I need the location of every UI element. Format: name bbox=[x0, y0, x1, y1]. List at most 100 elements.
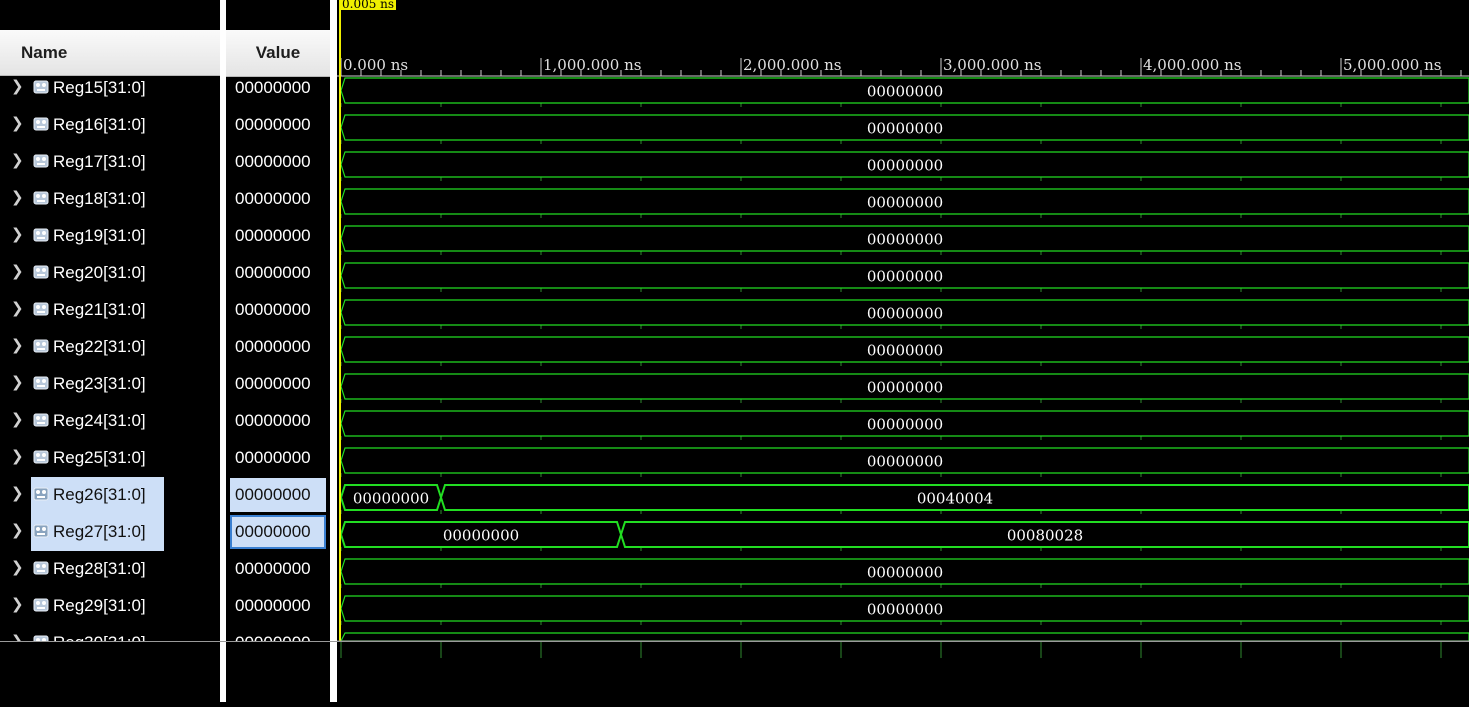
chevron-right-icon[interactable]: ❯ bbox=[11, 337, 24, 355]
value-row[interactable]: 00000000 bbox=[226, 144, 330, 181]
value-row[interactable]: 00000000 bbox=[226, 292, 330, 329]
signal-row[interactable]: ❯ Reg20[31:0] bbox=[0, 255, 220, 292]
value-row[interactable]: 00000000 bbox=[226, 70, 330, 107]
value-row[interactable]: 00000000 bbox=[226, 403, 330, 440]
chevron-right-icon[interactable]: ❯ bbox=[11, 78, 24, 96]
chevron-right-icon[interactable]: ❯ bbox=[11, 152, 24, 170]
value-row[interactable]: 00000000 bbox=[226, 588, 330, 625]
signal-value: 00000000 bbox=[235, 78, 311, 97]
signal-row[interactable]: ❯ Reg18[31:0] bbox=[0, 181, 220, 218]
signal-row[interactable]: ❯ Reg22[31:0] bbox=[0, 329, 220, 366]
signal-value: 00000000 bbox=[235, 374, 311, 393]
bus-signal-icon bbox=[33, 450, 49, 464]
signal-value: 00000000 bbox=[235, 337, 311, 356]
bus-signal-icon bbox=[33, 191, 49, 205]
signal-name: Reg15[31:0] bbox=[53, 78, 146, 97]
chevron-right-icon[interactable]: ❯ bbox=[11, 115, 24, 133]
signal-row[interactable]: ❯ Reg26[31:0] bbox=[0, 477, 220, 514]
signal-value: 00000000 bbox=[235, 189, 311, 208]
waveform-splitter[interactable] bbox=[330, 0, 337, 702]
chevron-right-icon[interactable]: ❯ bbox=[11, 189, 24, 207]
chevron-right-icon[interactable]: ❯ bbox=[11, 300, 24, 318]
signal-value: 00000000 bbox=[235, 522, 311, 541]
signal-name: Reg28[31:0] bbox=[53, 559, 146, 578]
tick-label: 3,000.000 ns bbox=[943, 56, 1042, 74]
bus-segment bbox=[340, 632, 1469, 642]
signal-value: 00000000 bbox=[235, 263, 311, 282]
signal-name: Reg19[31:0] bbox=[53, 226, 146, 245]
waveform-canvas[interactable]: 00000000 00000000 00000000 00000000 00000000… bbox=[337, 0, 1469, 702]
signal-row[interactable]: ❯ Reg16[31:0] bbox=[0, 107, 220, 144]
value-row[interactable]: 00000000 bbox=[226, 366, 330, 403]
signal-row[interactable]: ❯ Reg23[31:0] bbox=[0, 366, 220, 403]
value-row[interactable]: 00000000 bbox=[226, 440, 330, 477]
signal-name: Reg27[31:0] bbox=[53, 522, 146, 541]
chevron-right-icon[interactable]: ❯ bbox=[11, 374, 24, 392]
signal-name: Reg22[31:0] bbox=[53, 337, 146, 356]
signal-name: Reg18[31:0] bbox=[53, 189, 146, 208]
chevron-right-icon[interactable]: ❯ bbox=[11, 226, 24, 244]
bus-signal-icon bbox=[33, 265, 49, 279]
bus-value-label: 00000000 bbox=[353, 490, 429, 508]
value-row[interactable]: 00000000 bbox=[226, 329, 330, 366]
signal-value-panel: Value 00000000 00000000 00000000 00000000 00… bbox=[226, 0, 330, 702]
signal-value: 00000000 bbox=[235, 115, 311, 134]
signal-row[interactable]: ❯ Reg28[31:0] bbox=[0, 551, 220, 588]
signal-name: Reg23[31:0] bbox=[53, 374, 146, 393]
bus-signal-icon bbox=[33, 302, 49, 316]
chevron-right-icon[interactable]: ❯ bbox=[11, 596, 24, 614]
signal-name-list: ❯ Reg15[31:0] ❯ Reg16[31:0] ❯ Reg17[31:0] ❯ Reg… bbox=[0, 70, 220, 642]
value-row[interactable]: 00000000 bbox=[226, 181, 330, 218]
bus-value-label: 00000000 bbox=[867, 268, 943, 286]
signal-value: 00000000 bbox=[235, 448, 311, 467]
bus-signal-icon bbox=[33, 487, 49, 501]
value-row[interactable]: 00000000 bbox=[226, 477, 330, 514]
bus-value-label: 00000000 bbox=[867, 305, 943, 323]
bus-signal-icon bbox=[33, 598, 49, 612]
signal-row[interactable]: ❯ Reg29[31:0] bbox=[0, 588, 220, 625]
value-row[interactable]: 00000000 bbox=[226, 514, 330, 551]
signal-row[interactable]: ❯ Reg24[31:0] bbox=[0, 403, 220, 440]
signal-row[interactable]: ❯ Reg15[31:0] bbox=[0, 70, 220, 107]
value-row[interactable]: 00000000 bbox=[226, 218, 330, 255]
chevron-right-icon[interactable]: ❯ bbox=[11, 485, 24, 503]
value-row[interactable]: 00000000 bbox=[226, 551, 330, 588]
signal-value: 00000000 bbox=[235, 152, 311, 171]
tick-label: 2,000.000 ns bbox=[743, 56, 842, 74]
bus-signal-icon bbox=[33, 228, 49, 242]
chevron-right-icon[interactable]: ❯ bbox=[11, 522, 24, 540]
bus-signal-icon bbox=[33, 561, 49, 575]
signal-row[interactable]: ❯ Reg17[31:0] bbox=[0, 144, 220, 181]
chevron-right-icon[interactable]: ❯ bbox=[11, 448, 24, 466]
signal-name: Reg21[31:0] bbox=[53, 300, 146, 319]
value-row[interactable]: 00000000 bbox=[226, 625, 330, 642]
bus-value-label: 00000000 bbox=[867, 379, 943, 397]
signal-row[interactable]: ❯ Reg27[31:0] bbox=[0, 514, 220, 551]
signal-row[interactable]: ❯ Reg21[31:0] bbox=[0, 292, 220, 329]
bus-signal-icon bbox=[33, 339, 49, 353]
chevron-right-icon[interactable]: ❯ bbox=[11, 263, 24, 281]
bus-value-label: 00000000 bbox=[867, 83, 943, 101]
waveform-viewer[interactable]: 00000000 00000000 00000000 00000000 00000000… bbox=[337, 0, 1469, 702]
signal-value: 00000000 bbox=[235, 411, 311, 430]
signal-row[interactable]: ❯ Reg25[31:0] bbox=[0, 440, 220, 477]
value-row[interactable]: 00000000 bbox=[226, 255, 330, 292]
bus-value-label: 00000000 bbox=[867, 231, 943, 249]
signal-value: 00000000 bbox=[235, 226, 311, 245]
bus-value-label: 00000000 bbox=[867, 453, 943, 471]
signal-value: 00000000 bbox=[235, 596, 311, 615]
signal-name: Reg16[31:0] bbox=[53, 115, 146, 134]
tick-label: 1,000.000 ns bbox=[543, 56, 642, 74]
bus-value-label: 00000000 bbox=[867, 601, 943, 619]
bus-signal-icon bbox=[33, 524, 49, 538]
bus-signal-icon bbox=[33, 376, 49, 390]
signal-row[interactable]: ❯Reg30[31:0] bbox=[0, 625, 220, 642]
bus-value-label: 00000000 bbox=[867, 194, 943, 212]
signal-row[interactable]: ❯ Reg19[31:0] bbox=[0, 218, 220, 255]
signal-value-list: 00000000 00000000 00000000 00000000 00000000… bbox=[226, 70, 330, 642]
chevron-right-icon[interactable]: ❯ bbox=[11, 559, 24, 577]
bus-signal-icon bbox=[33, 413, 49, 427]
bus-value-label: 00040004 bbox=[917, 490, 993, 508]
chevron-right-icon[interactable]: ❯ bbox=[11, 411, 24, 429]
value-row[interactable]: 00000000 bbox=[226, 107, 330, 144]
